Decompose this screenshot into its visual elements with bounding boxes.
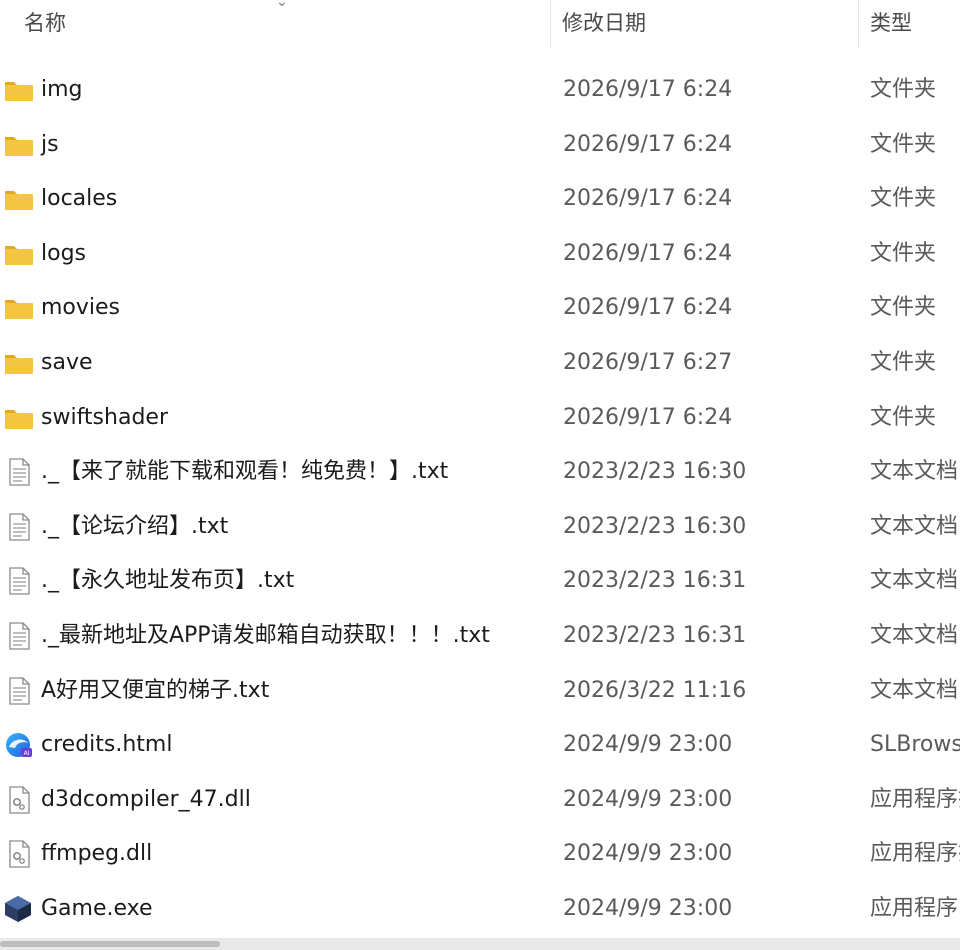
column-divider[interactable] bbox=[858, 0, 859, 48]
column-header-bar: ⌄ 名称 修改日期 类型 bbox=[0, 0, 960, 48]
folder-icon bbox=[4, 294, 34, 322]
folder-icon bbox=[4, 240, 34, 268]
file-row[interactable]: ._【永久地址发布页】.txt 2023/2/23 16:31 文本文档 bbox=[0, 554, 960, 609]
file-name: swiftshader bbox=[41, 404, 168, 430]
file-row[interactable]: img 2026/9/17 6:24 文件夹 bbox=[0, 63, 960, 118]
file-row[interactable]: d3dcompiler_47.dll 2024/9/9 23:00 应用程序扩展 bbox=[0, 773, 960, 828]
file-date: 2024/9/9 23:00 bbox=[563, 895, 733, 921]
file-date: 2026/9/17 6:27 bbox=[563, 349, 733, 375]
file-type: 应用程序 bbox=[870, 895, 959, 921]
file-type: 应用程序扩展 bbox=[870, 841, 960, 867]
file-date: 2026/9/17 6:24 bbox=[563, 131, 733, 157]
file-row[interactable]: AI credits.html 2024/9/9 23:00 SLBrowser bbox=[0, 718, 960, 773]
file-type: 文件夹 bbox=[870, 186, 937, 212]
browser-html-icon: AI bbox=[4, 731, 34, 759]
file-explorer: ⌄ 名称 修改日期 类型 img 2026/9/17 6:24 文件夹 js 2… bbox=[0, 0, 960, 950]
text-file-icon bbox=[4, 622, 34, 650]
file-row[interactable]: ._【论坛介绍】.txt 2023/2/23 16:30 文本文档 bbox=[0, 500, 960, 555]
file-row[interactable]: save 2026/9/17 6:27 文件夹 bbox=[0, 336, 960, 391]
file-type: 文件夹 bbox=[870, 131, 937, 157]
file-row[interactable]: movies 2026/9/17 6:24 文件夹 bbox=[0, 281, 960, 336]
file-type: 文件夹 bbox=[870, 295, 937, 321]
text-file-icon bbox=[4, 458, 34, 486]
column-header-type[interactable]: 类型 bbox=[870, 0, 960, 48]
text-file-icon bbox=[4, 567, 34, 595]
file-name: js bbox=[41, 131, 59, 157]
svg-text:AI: AI bbox=[24, 750, 30, 757]
file-type: 文本文档 bbox=[870, 513, 959, 539]
file-date: 2023/2/23 16:30 bbox=[563, 459, 747, 485]
file-name: d3dcompiler_47.dll bbox=[41, 786, 251, 812]
folder-icon bbox=[4, 185, 34, 213]
file-type: SLBrowser bbox=[870, 732, 960, 758]
file-date: 2026/3/22 11:16 bbox=[563, 677, 747, 703]
file-row[interactable]: ffmpeg.dll 2024/9/9 23:00 应用程序扩展 bbox=[0, 827, 960, 882]
file-row[interactable]: ._最新地址及APP请发邮箱自动获取！！！.txt 2023/2/23 16:3… bbox=[0, 609, 960, 664]
file-date: 2026/9/17 6:24 bbox=[563, 404, 733, 430]
folder-icon bbox=[4, 131, 34, 159]
file-name: ._【来了就能下载和观看！纯免费！】.txt bbox=[41, 459, 449, 485]
file-name: img bbox=[41, 77, 83, 102]
folder-icon bbox=[4, 404, 34, 432]
file-row[interactable]: swiftshader 2026/9/17 6:24 文件夹 bbox=[0, 391, 960, 446]
text-file-icon bbox=[4, 676, 34, 705]
file-type: 文件夹 bbox=[870, 77, 937, 102]
file-type: 应用程序扩展 bbox=[870, 786, 960, 812]
folder-icon bbox=[4, 349, 34, 377]
column-divider[interactable] bbox=[550, 0, 551, 48]
file-type: 文本文档 bbox=[870, 568, 959, 594]
file-type: 文件夹 bbox=[870, 349, 937, 375]
file-row[interactable]: A好用又便宜的梯子.txt 2026/3/22 11:16 文本文档 bbox=[0, 664, 960, 719]
file-type: 文本文档 bbox=[870, 677, 959, 703]
text-file-icon bbox=[4, 513, 34, 541]
file-type: 文本文档 bbox=[870, 459, 959, 485]
folder-icon bbox=[4, 76, 34, 104]
file-type: 文件夹 bbox=[870, 404, 937, 430]
file-name: A好用又便宜的梯子.txt bbox=[41, 677, 270, 703]
file-date: 2026/9/17 6:24 bbox=[563, 77, 733, 102]
dll-file-icon bbox=[4, 840, 34, 868]
game-exe-icon bbox=[4, 895, 34, 923]
file-date: 2024/9/9 23:00 bbox=[563, 786, 733, 812]
file-name: credits.html bbox=[41, 732, 173, 758]
dll-file-icon bbox=[4, 786, 34, 814]
file-row[interactable]: ._【来了就能下载和观看！纯免费！】.txt 2023/2/23 16:30 文… bbox=[0, 445, 960, 500]
file-name: movies bbox=[41, 295, 121, 321]
column-header-date[interactable]: 修改日期 bbox=[562, 0, 852, 48]
file-type: 文件夹 bbox=[870, 240, 937, 266]
file-list: img 2026/9/17 6:24 文件夹 js 2026/9/17 6:24… bbox=[0, 63, 960, 937]
file-date: 2026/9/17 6:24 bbox=[563, 240, 733, 266]
file-date: 2026/9/17 6:24 bbox=[563, 295, 733, 321]
file-date: 2026/9/17 6:24 bbox=[563, 186, 733, 212]
scrollbar-thumb[interactable] bbox=[0, 941, 220, 947]
file-name: locales bbox=[41, 186, 118, 212]
file-name: save bbox=[41, 349, 93, 375]
file-name: ._最新地址及APP请发邮箱自动获取！！！.txt bbox=[41, 622, 490, 648]
file-row[interactable]: locales 2026/9/17 6:24 文件夹 bbox=[0, 172, 960, 227]
file-type: 文本文档 bbox=[870, 622, 959, 648]
file-row[interactable]: js 2026/9/17 6:24 文件夹 bbox=[0, 118, 960, 173]
file-date: 2023/2/23 16:31 bbox=[563, 622, 747, 648]
file-name: ._【论坛介绍】.txt bbox=[41, 513, 229, 539]
horizontal-scrollbar[interactable] bbox=[0, 938, 960, 950]
file-date: 2024/9/9 23:00 bbox=[563, 841, 733, 867]
file-name: logs bbox=[41, 240, 86, 266]
file-date: 2023/2/23 16:30 bbox=[563, 513, 747, 539]
file-row[interactable]: Game.exe 2024/9/9 23:00 应用程序 bbox=[0, 882, 960, 937]
file-name: ffmpeg.dll bbox=[41, 841, 153, 867]
file-date: 2024/9/9 23:00 bbox=[563, 732, 733, 758]
file-row[interactable]: logs 2026/9/17 6:24 文件夹 bbox=[0, 227, 960, 282]
file-name: ._【永久地址发布页】.txt bbox=[41, 568, 295, 594]
file-name: Game.exe bbox=[41, 895, 153, 921]
column-header-name[interactable]: 名称 bbox=[24, 0, 544, 48]
file-date: 2023/2/23 16:31 bbox=[563, 568, 747, 594]
